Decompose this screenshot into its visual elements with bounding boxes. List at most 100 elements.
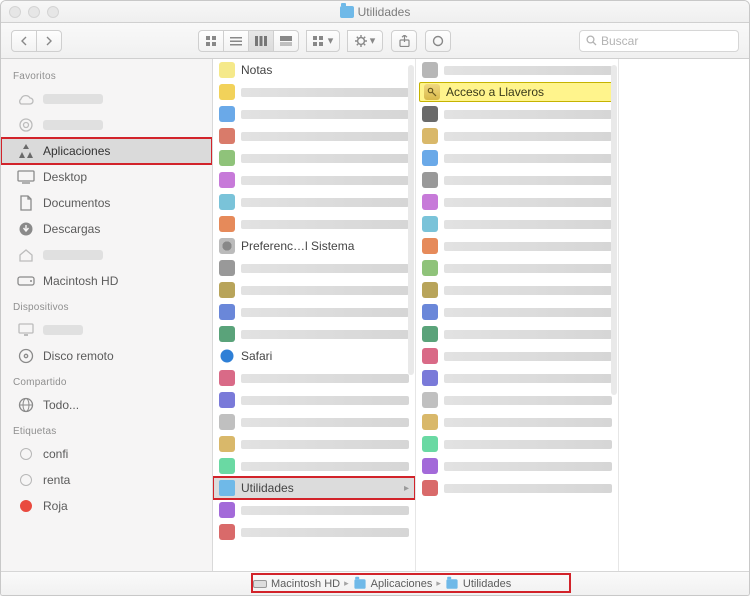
icon-view-button[interactable] (198, 30, 224, 52)
list-item[interactable] (416, 367, 618, 389)
list-item[interactable] (213, 213, 415, 235)
sidebar-item-blurred[interactable] (1, 112, 212, 138)
app-icon (219, 436, 235, 452)
list-item[interactable] (416, 279, 618, 301)
list-view-button[interactable] (223, 30, 249, 52)
window-title-label: Utilidades (358, 5, 411, 19)
sidebar-item-blurred[interactable] (1, 317, 212, 343)
list-item[interactable] (213, 81, 415, 103)
sidebar-item-downloads[interactable]: Descargas (1, 216, 212, 242)
search-field[interactable]: Buscar (579, 30, 739, 52)
list-item[interactable] (213, 455, 415, 477)
list-item[interactable] (416, 301, 618, 323)
list-item-utilities[interactable]: Utilidades▸ (213, 477, 415, 499)
row-label (241, 506, 409, 515)
list-item[interactable] (213, 169, 415, 191)
list-item[interactable] (416, 147, 618, 169)
coverflow-view-button[interactable] (273, 30, 299, 52)
app-icon (422, 282, 438, 298)
list-item[interactable] (416, 191, 618, 213)
sidebar-tag-confi[interactable]: confi (1, 441, 212, 467)
list-item[interactable] (213, 279, 415, 301)
list-item[interactable] (416, 433, 618, 455)
list-item[interactable] (416, 125, 618, 147)
list-item[interactable] (416, 477, 618, 499)
app-icon (422, 194, 438, 210)
app-icon (422, 106, 438, 122)
list-item[interactable] (213, 521, 415, 543)
list-item[interactable] (213, 433, 415, 455)
column-view-button[interactable] (248, 30, 274, 52)
sidebar-tag-renta[interactable]: renta (1, 467, 212, 493)
app-icon (219, 326, 235, 342)
list-item[interactable] (416, 103, 618, 125)
list-item-keychain-access[interactable]: Acceso a Llaveros (419, 82, 615, 102)
sidebar-item-remote-disc[interactable]: Disco remoto (1, 343, 212, 369)
column-utilities[interactable]: Acceso a Llaveros (416, 59, 619, 571)
list-item[interactable] (213, 499, 415, 521)
list-item[interactable] (416, 59, 618, 81)
list-item[interactable] (416, 455, 618, 477)
remote-disc-icon (17, 347, 35, 365)
action-button[interactable]: ▾ (347, 30, 383, 52)
list-item[interactable] (213, 367, 415, 389)
back-button[interactable] (11, 30, 37, 52)
list-item[interactable] (416, 389, 618, 411)
sidebar-item-blurred[interactable] (1, 86, 212, 112)
list-item-notas[interactable]: Notas (213, 59, 415, 81)
sidebar-tag-roja[interactable]: Roja (1, 493, 212, 519)
list-item[interactable] (416, 323, 618, 345)
share-button[interactable] (391, 30, 417, 52)
app-icon (422, 480, 438, 496)
column-applications[interactable]: Notas Preferenc…l Sistema Safari Utilidades… (213, 59, 416, 571)
sidebar-item-macintosh-hd[interactable]: Macintosh HD (1, 268, 212, 294)
list-item[interactable] (213, 257, 415, 279)
forward-button[interactable] (36, 30, 62, 52)
list-item[interactable] (213, 323, 415, 345)
list-item[interactable] (213, 301, 415, 323)
list-item[interactable] (416, 257, 618, 279)
list-item[interactable] (416, 345, 618, 367)
scrollbar[interactable] (611, 65, 617, 395)
list-item[interactable] (416, 411, 618, 433)
row-label (444, 308, 612, 317)
list-item[interactable] (416, 213, 618, 235)
row-label (444, 374, 612, 383)
list-item[interactable] (213, 103, 415, 125)
app-icon (422, 216, 438, 232)
row-label: Preferenc…l Sistema (241, 239, 403, 253)
row-label (241, 154, 409, 163)
minimize-window-button[interactable] (28, 6, 40, 18)
app-icon (219, 194, 235, 210)
scrollbar[interactable] (408, 65, 414, 375)
hdd-icon (17, 272, 35, 290)
app-icon (422, 370, 438, 386)
sidebar-item-desktop[interactable]: Desktop (1, 164, 212, 190)
tags-button[interactable] (425, 30, 451, 52)
row-label (241, 220, 409, 229)
sidebar-item-label: confi (43, 447, 68, 461)
app-icon (219, 172, 235, 188)
list-item-safari[interactable]: Safari (213, 345, 415, 367)
app-icon (219, 370, 235, 386)
list-item[interactable] (213, 191, 415, 213)
sidebar-item-blurred[interactable] (1, 242, 212, 268)
search-icon (586, 35, 597, 46)
sidebar-item-all-shared[interactable]: Todo... (1, 392, 212, 418)
list-item[interactable] (213, 389, 415, 411)
sidebar-item-applications[interactable]: Aplicaciones (1, 138, 212, 164)
list-item[interactable] (213, 125, 415, 147)
row-label (444, 418, 612, 427)
app-icon (422, 62, 438, 78)
list-item-system-preferences[interactable]: Preferenc…l Sistema (213, 235, 415, 257)
zoom-window-button[interactable] (47, 6, 59, 18)
list-item[interactable] (416, 169, 618, 191)
arrange-button[interactable]: ▾ (306, 30, 340, 52)
list-item[interactable] (213, 147, 415, 169)
list-item[interactable] (416, 235, 618, 257)
sidebar-section-devices: Dispositivos (1, 294, 212, 317)
sidebar-item-documents[interactable]: Documentos (1, 190, 212, 216)
close-window-button[interactable] (9, 6, 21, 18)
list-item[interactable] (213, 411, 415, 433)
app-icon (422, 326, 438, 342)
